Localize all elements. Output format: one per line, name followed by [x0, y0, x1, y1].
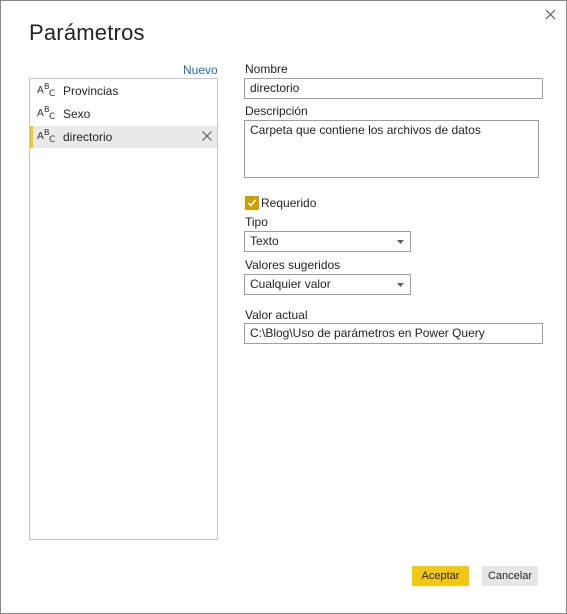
suggested-values-label: Valores sugeridos: [245, 258, 341, 272]
required-label: Requerido: [261, 196, 317, 210]
parameter-item-label: Provincias: [63, 84, 119, 98]
checkmark-icon: [247, 199, 257, 207]
name-field[interactable]: directorio: [244, 78, 543, 99]
accept-button[interactable]: Aceptar: [412, 566, 469, 586]
current-value-field[interactable]: C:\Blog\Uso de parámetros en Power Query: [244, 323, 543, 344]
new-parameter-link[interactable]: Nuevo: [183, 63, 218, 77]
close-icon[interactable]: [542, 6, 560, 24]
parameter-item-provincias[interactable]: ABC Provincias: [30, 80, 217, 102]
abc-type-icon: ABC: [37, 82, 56, 99]
parameter-list: ABC Provincias ABC Sexo ABC directorio: [29, 78, 218, 540]
parameter-item-label: Sexo: [63, 107, 91, 121]
description-label: Descripción: [245, 104, 308, 118]
type-select-value: Texto: [250, 234, 279, 248]
parameters-dialog: Parámetros Nuevo ABC Provincias ABC Sexo…: [0, 0, 567, 614]
suggested-values-select-value: Cualquier valor: [250, 277, 331, 291]
dialog-title: Parámetros: [29, 20, 145, 45]
parameter-item-label: directorio: [63, 130, 113, 144]
chevron-down-icon: [397, 283, 404, 287]
current-value-label: Valor actual: [245, 308, 308, 322]
parameter-item-directorio[interactable]: ABC directorio: [30, 126, 217, 148]
type-select[interactable]: Texto: [244, 231, 411, 252]
delete-parameter-icon[interactable]: [201, 130, 213, 142]
abc-type-icon: ABC: [37, 128, 56, 145]
name-label: Nombre: [245, 62, 288, 76]
parameter-item-sexo[interactable]: ABC Sexo: [30, 103, 217, 125]
chevron-down-icon: [397, 240, 404, 244]
abc-type-icon: ABC: [37, 105, 56, 122]
required-checkbox[interactable]: [245, 196, 259, 210]
type-label: Tipo: [245, 215, 268, 229]
description-field[interactable]: Carpeta que contiene los archivos de dat…: [244, 120, 539, 178]
cancel-button[interactable]: Cancelar: [482, 566, 538, 586]
suggested-values-select[interactable]: Cualquier valor: [244, 274, 411, 295]
